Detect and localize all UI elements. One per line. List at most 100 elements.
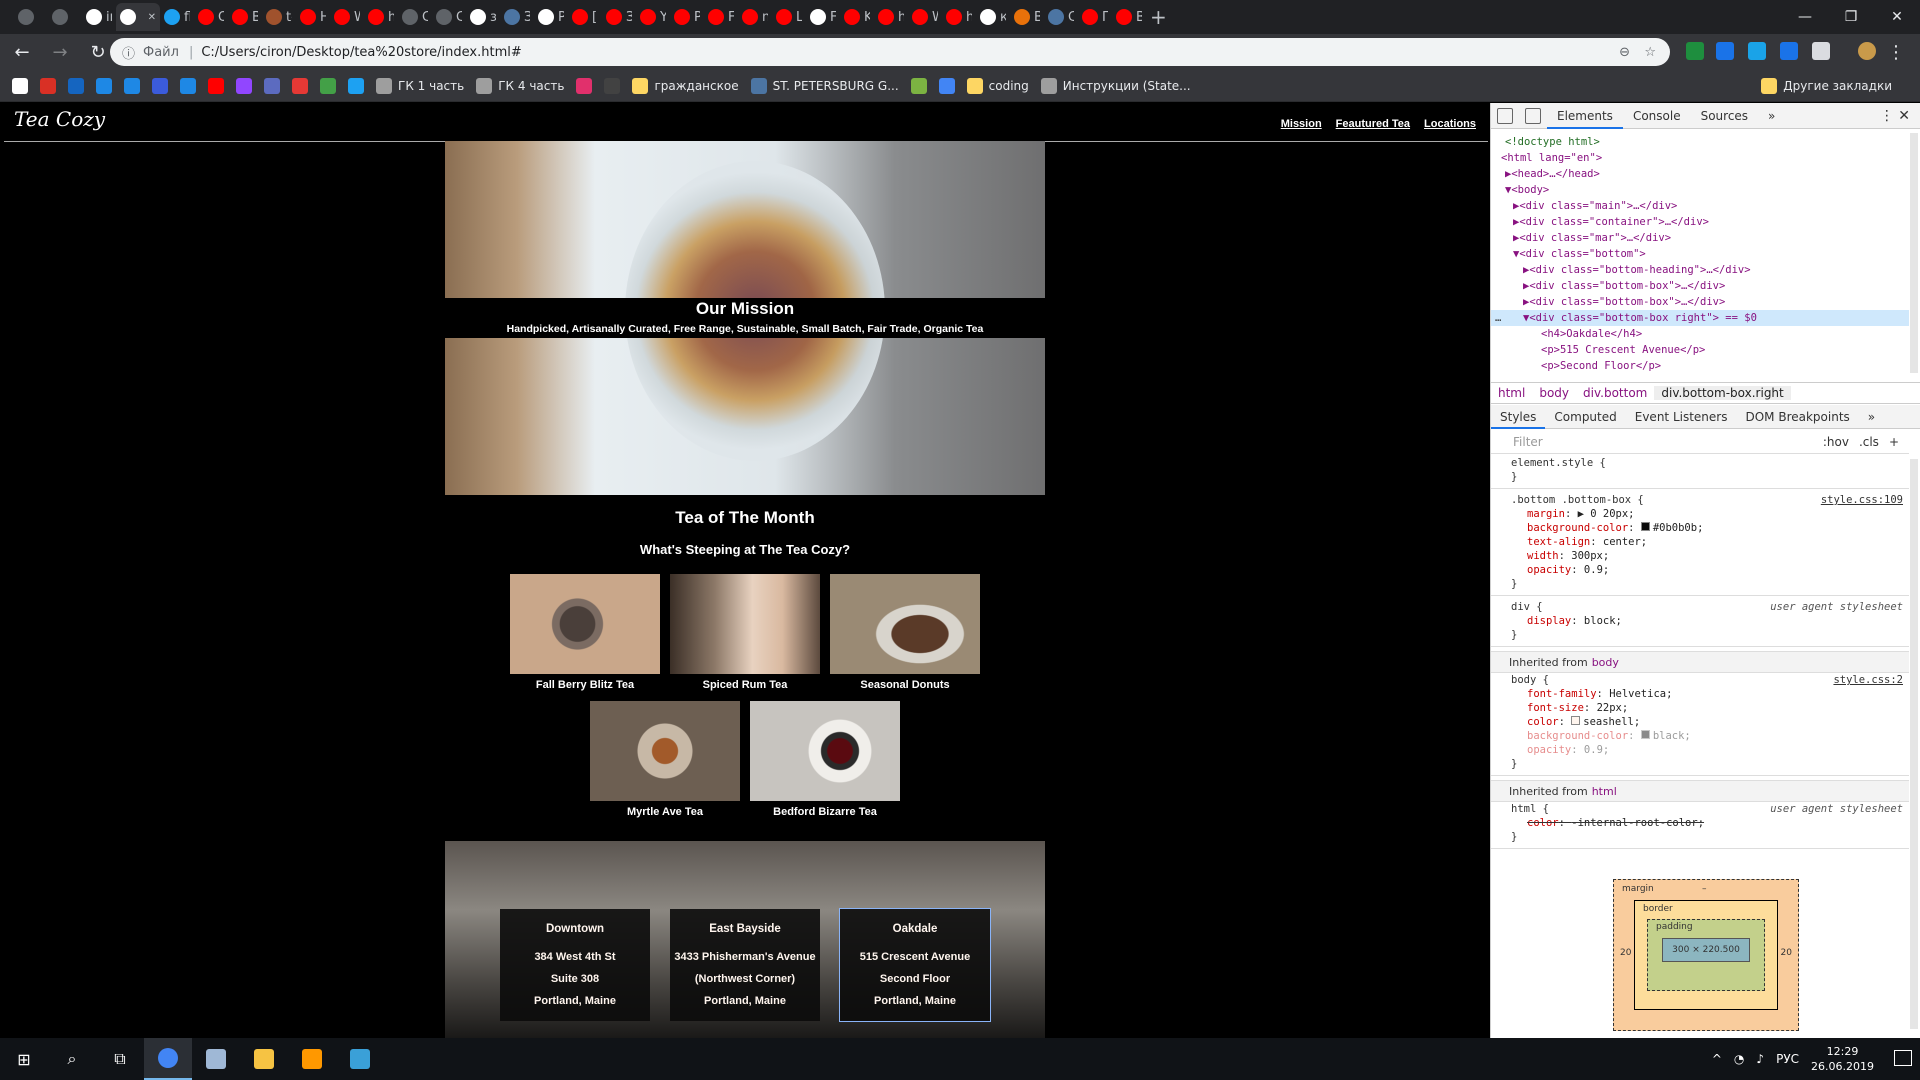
address-url[interactable]: C:/Users/ciron/Desktop/tea%20store/index… [201, 45, 521, 60]
browser-tab[interactable]: ✕ [116, 3, 160, 31]
bookmark-item[interactable]: coding [966, 77, 1029, 94]
bookmark-item[interactable] [348, 77, 364, 94]
nav-link-mission[interactable]: Mission [1281, 118, 1322, 130]
browser-tab[interactable]: Br [228, 3, 262, 31]
inspect-icon[interactable] [1497, 107, 1513, 124]
browser-tab[interactable]: ка [976, 3, 1010, 31]
browser-tab[interactable]: im [82, 3, 116, 31]
back-button[interactable]: ← [6, 36, 38, 68]
breadcrumb-item[interactable]: div.bottom-box.right [1654, 386, 1791, 400]
color-swatch[interactable] [1640, 730, 1650, 739]
bookmark-item[interactable]: ST. PETERSBURG G... [750, 77, 899, 94]
tab-styles[interactable]: Styles [1491, 405, 1546, 429]
rule-source[interactable]: user agent stylesheet [1770, 600, 1903, 614]
avatar[interactable] [1858, 42, 1876, 60]
browser-tab[interactable]: Fl [806, 3, 840, 31]
dom-node[interactable]: ▼<div class="bottom"> [1491, 246, 1909, 262]
dom-node[interactable]: … ▼<div class="bottom-box right"> == $0 [1491, 310, 1909, 326]
nav-link-featured[interactable]: Feautured Tea [1336, 118, 1410, 130]
devtools-menu-icon[interactable]: ⋮ ✕ [1880, 108, 1920, 124]
device-toolbar-icon[interactable] [1525, 107, 1541, 124]
clock[interactable]: 12:29 26.06.2019 [1811, 1044, 1874, 1074]
extension-icon[interactable] [1716, 42, 1734, 60]
taskbar-start-button[interactable]: ⊞ [0, 1038, 48, 1080]
breadcrumb-item[interactable]: div.bottom [1576, 386, 1654, 400]
dom-node[interactable]: <html lang="en"> [1491, 150, 1909, 166]
browser-tab[interactable]: [B [568, 3, 602, 31]
taskbar-sublime-button[interactable] [288, 1038, 336, 1080]
dom-node[interactable]: ▶<div class="bottom-heading">…</div> [1491, 262, 1909, 278]
dom-node[interactable]: ▼<body> [1491, 182, 1909, 198]
bookmark-item[interactable] [264, 77, 280, 94]
close-window-button[interactable]: ✕ [1874, 0, 1920, 34]
bookmark-item[interactable]: ГК 1 часть [376, 77, 464, 94]
browser-tab[interactable] [14, 3, 48, 31]
add-rule-button[interactable]: + [1889, 435, 1899, 449]
dom-node[interactable]: ▶<div class="container">…</div> [1491, 214, 1909, 230]
inherited-tag[interactable]: html [1592, 785, 1617, 798]
download-icon[interactable] [1780, 42, 1798, 60]
dom-node[interactable]: <p>Second Floor</p> [1491, 358, 1909, 374]
language-indicator[interactable]: РУС [1776, 1052, 1799, 1066]
taskbar-search-button[interactable]: ⌕ [48, 1038, 96, 1080]
new-tab-button[interactable]: + [1146, 3, 1180, 31]
browser-tab[interactable]: Bı [1010, 3, 1044, 31]
bookmark-item[interactable] [68, 77, 84, 94]
info-icon[interactable]: ⓘ [122, 43, 135, 62]
taskbar-task-view-button[interactable]: ⧉ [96, 1038, 144, 1080]
browser-tab[interactable]: te [262, 3, 296, 31]
rule-source[interactable]: user agent stylesheet [1770, 802, 1903, 816]
zoom-icon[interactable]: ⊖ [1619, 45, 1630, 60]
bookmark-item[interactable] [180, 77, 196, 94]
menu-icon[interactable]: ⋮ [1880, 36, 1912, 68]
address-bar[interactable]: ⓘ Файл | C:/Users/ciron/Desktop/tea%20st… [110, 38, 1670, 66]
tab-event-listeners[interactable]: Event Listeners [1626, 405, 1737, 429]
more-style-tabs[interactable]: » [1859, 405, 1884, 429]
browser-tab[interactable]: Or [194, 3, 228, 31]
tab-elements[interactable]: Elements [1547, 103, 1623, 129]
bookmark-item[interactable]: гражданское [632, 77, 739, 94]
bookmark-item[interactable] [152, 77, 168, 94]
dom-node[interactable]: ▶<div class="mar">…</div> [1491, 230, 1909, 246]
browser-tab[interactable]: Cr [432, 3, 466, 31]
breadcrumb-item[interactable]: body [1532, 386, 1576, 400]
browser-tab[interactable] [48, 3, 82, 31]
rule-source[interactable]: style.css:109 [1821, 493, 1903, 507]
bookmark-item[interactable]: ГК 4 часть [476, 77, 564, 94]
styles-filter[interactable]: Filter :hov .cls + [1491, 430, 1909, 454]
bookmark-item[interactable] [604, 77, 621, 94]
inherited-tag[interactable]: body [1592, 656, 1619, 669]
dom-scrollbar[interactable] [1910, 133, 1918, 373]
browser-tab[interactable]: Ka [840, 3, 874, 31]
dom-node-dots[interactable]: … [1495, 310, 1501, 326]
bookmark-item[interactable] [576, 77, 593, 94]
close-tab-icon[interactable]: ✕ [148, 12, 156, 23]
taskbar-chrome-button[interactable] [144, 1038, 192, 1080]
dom-node[interactable]: ▶<div class="main">…</div> [1491, 198, 1909, 214]
browser-tab[interactable]: nc [738, 3, 772, 31]
browser-tab[interactable]: Cr [1044, 3, 1078, 31]
tray-up-icon[interactable]: ^ [1712, 1052, 1722, 1066]
browser-tab[interactable]: fle [160, 3, 194, 31]
dom-node[interactable]: <p>Portland, Maine</p> [1491, 374, 1909, 376]
bookmark-item[interactable]: Инструкции (State... [1040, 77, 1191, 94]
cls-toggle[interactable]: .cls [1859, 435, 1879, 449]
dom-node[interactable]: <p>515 Crescent Avenue</p> [1491, 342, 1909, 358]
browser-tab[interactable]: за [466, 3, 500, 31]
dom-node[interactable]: <!doctype html> [1491, 134, 1909, 150]
browser-tab[interactable]: hc [364, 3, 398, 31]
site-logo[interactable]: Tea Cozy [14, 107, 105, 131]
browser-tab[interactable]: Pe [670, 3, 704, 31]
browser-tab[interactable]: За [500, 3, 534, 31]
breadcrumb-item[interactable]: html [1491, 386, 1532, 400]
notifications-icon[interactable] [1894, 1050, 1912, 1066]
browser-tab[interactable]: hc [942, 3, 976, 31]
tab-dom-breakpoints[interactable]: DOM Breakpoints [1736, 405, 1858, 429]
styles-scrollbar[interactable] [1910, 459, 1918, 1029]
minimize-button[interactable]: — [1782, 0, 1828, 34]
browser-tab[interactable]: Ру [534, 3, 568, 31]
browser-tab[interactable]: Ca [398, 3, 432, 31]
bookmark-item[interactable] [292, 77, 308, 94]
browser-tab[interactable]: Зн [602, 3, 636, 31]
bookmark-item[interactable] [938, 77, 955, 94]
